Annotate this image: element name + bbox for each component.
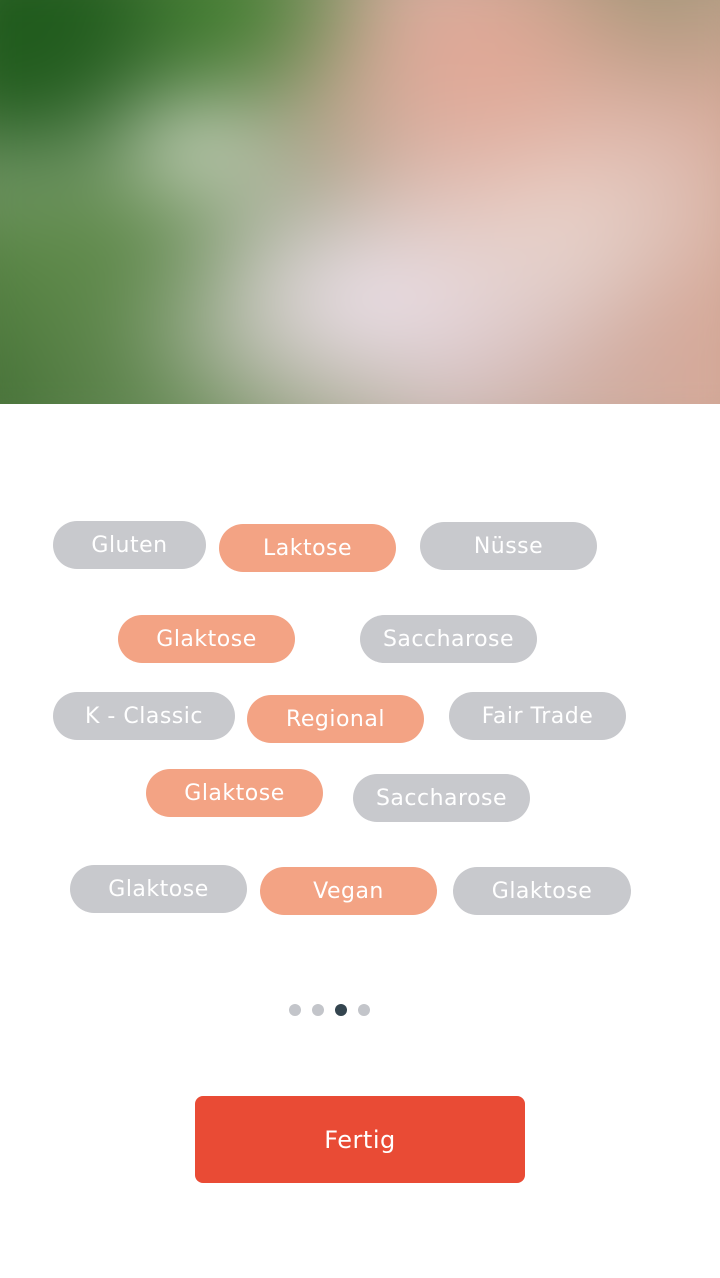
tag-chip-saccharose[interactable]: Saccharose [360, 615, 537, 663]
tag-chip-glaktose[interactable]: Glaktose [118, 615, 295, 663]
tag-chip-glaktose[interactable]: Glaktose [453, 867, 631, 915]
hero-image [0, 0, 720, 404]
page-dot-3-active[interactable] [335, 1004, 347, 1016]
tag-chip-gluten[interactable]: Gluten [53, 521, 206, 569]
page-dot-4[interactable] [358, 1004, 370, 1016]
hero-image-blur [0, 0, 720, 404]
tag-chip-vegan[interactable]: Vegan [260, 867, 437, 915]
page-dot-1[interactable] [289, 1004, 301, 1016]
tag-chip-nuesse[interactable]: Nüsse [420, 522, 597, 570]
done-button[interactable]: Fertig [195, 1096, 525, 1183]
tag-chip-regional[interactable]: Regional [247, 695, 424, 743]
tag-chip-fair-trade[interactable]: Fair Trade [449, 692, 626, 740]
tag-chip-k-classic[interactable]: K - Classic [53, 692, 235, 740]
tag-chip-laktose[interactable]: Laktose [219, 524, 396, 572]
page-indicator [289, 1004, 370, 1016]
tag-chip-glaktose[interactable]: Glaktose [70, 865, 247, 913]
tag-chip-saccharose[interactable]: Saccharose [353, 774, 530, 822]
page-dot-2[interactable] [312, 1004, 324, 1016]
tag-chip-glaktose[interactable]: Glaktose [146, 769, 323, 817]
